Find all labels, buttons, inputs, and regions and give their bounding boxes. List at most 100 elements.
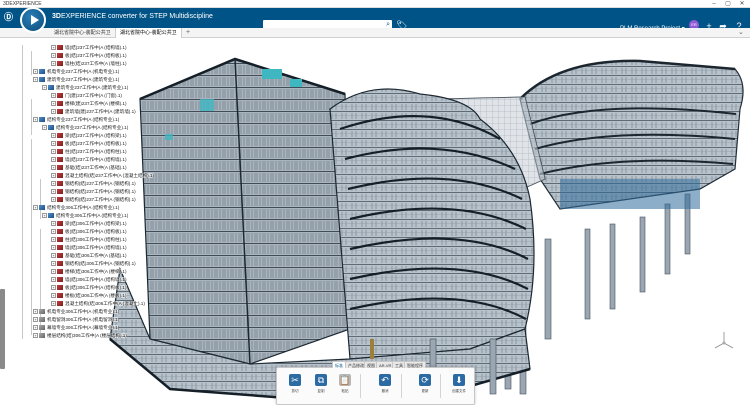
expand-icon[interactable]: + <box>51 157 56 163</box>
expand-icon[interactable]: + <box>33 69 38 75</box>
tree-node[interactable]: + 板(结)237工作中(A (结构板).1) <box>51 52 127 59</box>
expand-icon[interactable]: + <box>33 317 38 323</box>
expand-icon[interactable]: + <box>51 277 56 283</box>
tree-node[interactable]: + 板(结)306工作中(A (结构板).1) <box>51 228 127 235</box>
expand-icon[interactable]: + <box>51 261 56 267</box>
tree-node[interactable]: + 结构专业237工作中(A (结构专业).1) <box>42 124 129 131</box>
view-compass-icon[interactable] <box>712 329 736 353</box>
tree-node-label: 楼板(结)306工作中(A (楼板).1) <box>65 293 127 298</box>
tree-node-label: 楼梯(结)306工作中(A (楼梯).1) <box>65 269 127 274</box>
expand-icon[interactable]: + <box>51 133 56 139</box>
tree-node[interactable]: + 楼梯(结)306工作中(A (楼梯).1) <box>51 268 127 275</box>
tree-node[interactable]: + 建筑墙(建)237工作中(A (建筑墙).1) <box>51 108 136 115</box>
create-file-button[interactable]: ⬇ 创建文件 <box>449 372 469 402</box>
tree-node-label: 结构专业237工作中(A (结构专业).1) <box>56 125 129 130</box>
tree-node[interactable]: + 墙(结)306工作中(A (结构墙).1) <box>51 244 127 251</box>
tree-node[interactable]: + 结构专业237工作中(A (结构专业).1) <box>33 116 120 123</box>
expand-icon[interactable]: + <box>51 229 56 235</box>
expand-icon[interactable]: + <box>51 285 56 291</box>
expand-icon[interactable]: + <box>51 141 56 147</box>
tab-document-1[interactable]: 湖北省院中心-装配公共卫 <box>50 28 115 38</box>
tree-node[interactable]: + 墙(结)237工作中(A (结构墙).1) <box>51 44 127 51</box>
tree-node[interactable]: + 楼梯(建)237工作中(A (楼梯).1) <box>51 100 127 107</box>
expand-icon[interactable]: + <box>51 237 56 243</box>
expand-icon[interactable]: + <box>51 293 56 299</box>
update-button[interactable]: ⟳ 更新 <box>415 372 435 402</box>
undo-button[interactable]: ↶ 撤消 <box>375 372 395 402</box>
expand-icon[interactable]: + <box>42 213 47 219</box>
tree-node[interactable]: + 梁(结)237工作中(A (结构梁).1) <box>51 132 127 139</box>
tree-node[interactable]: + 钢结构(结)237工作中(A (钢结构).1) <box>51 188 136 195</box>
expand-icon[interactable]: + <box>51 53 56 59</box>
expand-icon[interactable]: + <box>33 309 38 315</box>
tab-document-2[interactable]: 湖北省院中心-装配公共卫 <box>115 28 182 38</box>
tree-node-label: 梁(结)237工作中(A (结构梁).1) <box>65 133 127 138</box>
tree-node[interactable]: + 幕墙专业306工作中(A (幕墙专业).1) <box>33 324 120 331</box>
3d-viewport[interactable]: + 墙(结)237工作中(A (结构墙).1) + 板(结)237工作中(A (结构板… <box>0 39 750 405</box>
tree-node[interactable]: + 墙(结)237工作中(A (结构墙).1) <box>51 156 127 163</box>
minimize-icon[interactable]: – <box>708 0 720 8</box>
tree-node[interactable]: + 柱(结)306工作中(A (结构柱).1) <box>51 236 127 243</box>
expand-icon[interactable]: + <box>51 61 56 67</box>
expand-icon[interactable]: + <box>33 325 38 331</box>
expand-icon[interactable]: + <box>51 253 56 259</box>
tree-node[interactable]: + 墙柱(结)237工作中(A (墙柱).1) <box>51 60 127 67</box>
expand-icon[interactable]: + <box>51 197 56 203</box>
tree-node[interactable]: + 楼板(结)306工作中(A (楼板).1) <box>51 292 127 299</box>
tree-node[interactable]: + 建筑专业237工作中(A (建筑专业).1) <box>33 76 120 83</box>
add-tab-icon[interactable]: + <box>186 28 190 38</box>
expand-icon[interactable]: + <box>42 125 47 131</box>
expand-icon[interactable]: + <box>51 245 56 251</box>
tree-node[interactable]: + 结构专业306工作中(A (结构专业).1) <box>33 204 120 211</box>
tree-node[interactable]: + 机电专业306工作中(A (机电专业).1) <box>33 308 120 315</box>
expand-icon[interactable]: + <box>51 101 56 107</box>
expand-icon[interactable]: + <box>51 181 56 187</box>
tree-node[interactable]: + 基础(结)306工作中(A (基础).1) <box>51 252 127 259</box>
tree-node[interactable]: + 建筑专业237工作中(A (建筑专业).1) <box>42 84 129 91</box>
tree-node[interactable]: + 基础(结)237工作中(A (基础).1) <box>51 164 127 171</box>
tree-node[interactable]: + 楼层结构(结)306工作中(A (楼层结构).1) <box>33 332 127 339</box>
tree-node-label: 结构专业306工作中(A (结构专业).1) <box>56 213 129 218</box>
expand-icon[interactable]: + <box>33 77 38 83</box>
expand-icon[interactable]: + <box>51 45 56 51</box>
expand-icon[interactable]: + <box>33 117 38 123</box>
tree-node[interactable]: + 混凝土结构(结)237工作中(A (混凝土结构).1) <box>51 172 155 179</box>
tree-node[interactable]: + 墙(结)306工作中(A (结构墙).1) <box>51 276 127 283</box>
tree-node[interactable]: + 板(结)237工作中(A (结构板).1) <box>51 140 127 147</box>
paste-button[interactable]: 📋 粘贴 <box>335 372 355 402</box>
expand-icon[interactable]: + <box>51 149 56 155</box>
expand-icon[interactable]: + <box>51 109 56 115</box>
tree-node[interactable]: + 机电留洞306工作中(A (机电留洞).1) <box>33 316 120 323</box>
tree-node[interactable]: + 混凝土结构(结)306工作中(A (混凝土).1) <box>51 300 145 307</box>
tree-node[interactable]: + 机电专业237工作中(A (机电专业).1) <box>33 68 120 75</box>
tree-node[interactable]: + 钢结构(结)237工作中(A (钢结构).1) <box>51 196 136 203</box>
tree-node[interactable]: + 梁(结)306工作中(A (结构梁).1) <box>51 220 127 227</box>
action-tab-standard[interactable]: 标准 <box>332 361 346 368</box>
expand-icon[interactable]: + <box>42 85 47 91</box>
expand-icon[interactable]: + <box>51 165 56 171</box>
expand-icon[interactable]: + <box>33 333 38 339</box>
expand-icon[interactable]: + <box>51 221 56 227</box>
expand-icon[interactable]: + <box>51 301 56 307</box>
app-title: 3DEXPERIENCE converter for STEP Multidis… <box>52 13 213 20</box>
copy-button[interactable]: ⧉ 复制 <box>311 372 331 402</box>
part-icon <box>57 237 63 243</box>
cut-button[interactable]: ✂ 剪切 <box>285 372 305 402</box>
compass-icon[interactable] <box>20 7 46 33</box>
tab-menu-icon[interactable]: ⌄ <box>738 28 744 38</box>
close-icon[interactable]: ✕ <box>736 0 748 8</box>
tree-scrollbar[interactable] <box>0 289 5 369</box>
expand-icon[interactable]: + <box>51 189 56 195</box>
tree-node[interactable]: + 结构专业306工作中(A (结构专业).1) <box>42 212 129 219</box>
expand-icon[interactable]: + <box>51 173 56 179</box>
expand-icon[interactable]: + <box>51 93 56 99</box>
tree-node[interactable]: + 钢结构(结)237工作中(A (钢结构).1) <box>51 180 136 187</box>
tree-node[interactable]: + 板(结)306工作中(A (结构板).1) <box>51 284 127 291</box>
tree-node[interactable]: + 钢结构(结)306工作中(A (钢结构).1) <box>51 260 136 267</box>
tree-node[interactable]: + 门(建)237工作中(A (门窗).1) <box>51 92 122 99</box>
maximize-icon[interactable]: ▢ <box>722 0 734 8</box>
action-tab-smart-program[interactable]: 智能程序 <box>404 361 426 368</box>
expand-icon[interactable]: + <box>51 269 56 275</box>
tree-node[interactable]: + 柱(结)237工作中(A (结构柱).1) <box>51 148 127 155</box>
expand-icon[interactable]: + <box>33 205 38 211</box>
